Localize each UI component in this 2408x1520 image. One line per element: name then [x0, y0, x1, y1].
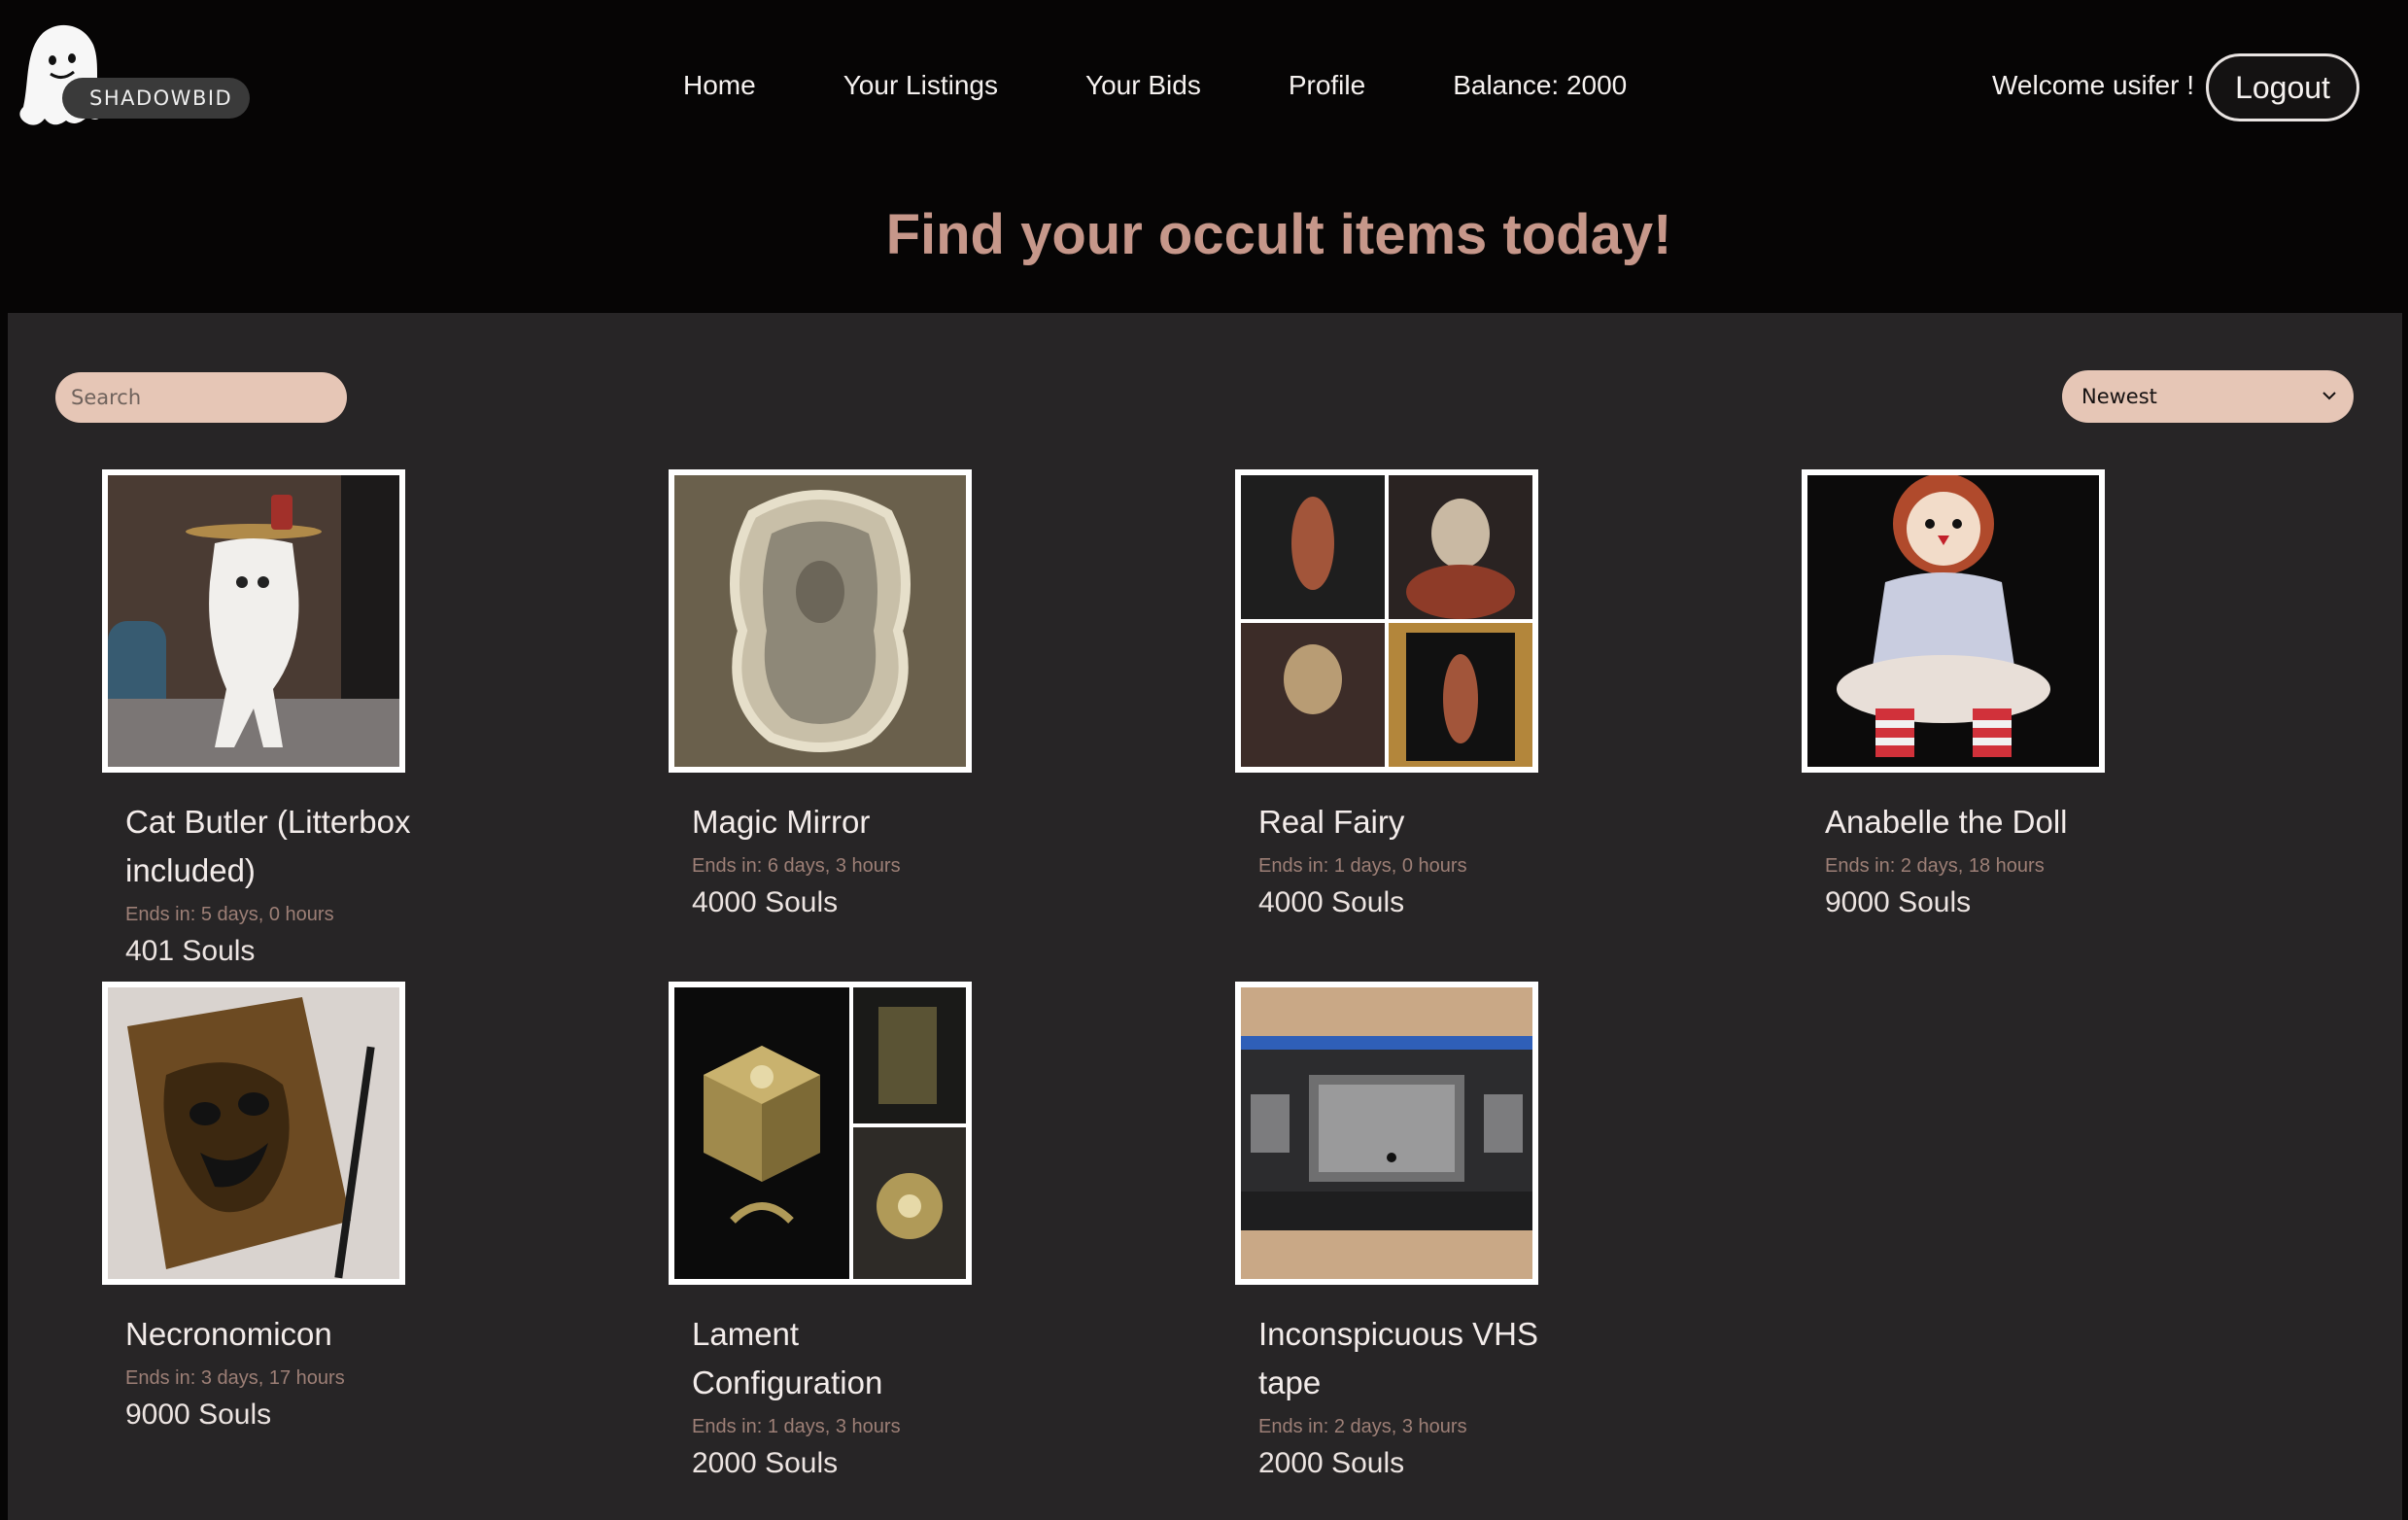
chevron-down-icon: [2322, 392, 2336, 400]
listing-price: 401 Souls: [125, 935, 256, 967]
listing-image[interactable]: [102, 982, 405, 1285]
listing-price: 4000 Souls: [692, 886, 839, 918]
listing-price: 9000 Souls: [1825, 886, 1972, 918]
listing-info: Lament Configuration Ends in: 1 days, 3 …: [692, 1310, 983, 1483]
site-header: SHADOWBID Home Your Listings Your Bids P…: [0, 0, 2408, 175]
listing-title[interactable]: Cat Butler (Litterbox included): [125, 798, 417, 895]
listings-panel: Newest Cat Butler (Litterbox included) E…: [8, 313, 2402, 1520]
listing-image[interactable]: [102, 469, 405, 773]
magic-mirror-image: [674, 475, 966, 767]
listing-ends: Ends in: 5 days, 0 hours: [125, 904, 334, 925]
nav-balance[interactable]: Balance: 2000: [1453, 70, 1627, 109]
sort-selected-label: Newest: [2081, 385, 2157, 408]
listing-ends: Ends in: 3 days, 17 hours: [125, 1367, 345, 1389]
cat-butler-image: [108, 475, 399, 767]
listing-ends: Ends in: 2 days, 3 hours: [1258, 1416, 1467, 1437]
listing-ends: Ends in: 1 days, 0 hours: [1258, 855, 1467, 877]
listing-image[interactable]: [1235, 469, 1538, 773]
vhs-tape-image: [1241, 987, 1532, 1279]
listing-price: 2000 Souls: [1258, 1447, 1405, 1479]
listing-ends: Ends in: 6 days, 3 hours: [692, 855, 901, 877]
listing-ends: Ends in: 1 days, 3 hours: [692, 1416, 901, 1437]
listing-title[interactable]: Real Fairy: [1258, 798, 1550, 846]
necronomicon-image: [108, 987, 399, 1279]
search-input[interactable]: [55, 372, 347, 423]
listing-info: Anabelle the Doll Ends in: 2 days, 18 ho…: [1825, 798, 2116, 922]
brand-name: SHADOWBID: [62, 78, 251, 119]
listing-image[interactable]: [1235, 982, 1538, 1285]
listing-title[interactable]: Anabelle the Doll: [1825, 798, 2116, 846]
listing-title[interactable]: Magic Mirror: [692, 798, 983, 846]
listing-title[interactable]: Necronomicon: [125, 1310, 417, 1359]
listing-info: Necronomicon Ends in: 3 days, 17 hours 9…: [125, 1310, 417, 1434]
welcome-text: Welcome usifer !: [1992, 70, 2194, 100]
nav-profile[interactable]: Profile: [1289, 70, 1365, 109]
listing-image[interactable]: [669, 982, 972, 1285]
listing-info: Real Fairy Ends in: 1 days, 0 hours 4000…: [1258, 798, 1550, 922]
page-title: Find your occult items today!: [885, 203, 1672, 266]
site-logo[interactable]: SHADOWBID: [16, 21, 251, 128]
listing-ends: Ends in: 2 days, 18 hours: [1825, 855, 2045, 877]
nav-your-listings[interactable]: Your Listings: [843, 70, 998, 109]
nav-home[interactable]: Home: [683, 70, 756, 109]
listing-info: Magic Mirror Ends in: 6 days, 3 hours 40…: [692, 798, 983, 922]
listing-price: 4000 Souls: [1258, 886, 1405, 918]
listing-image[interactable]: [1802, 469, 2105, 773]
listing-title[interactable]: Inconspicuous VHS tape: [1258, 1310, 1550, 1407]
doll-image: [1807, 475, 2099, 767]
main-nav: Home Your Listings Your Bids Profile Bal…: [683, 70, 1627, 109]
puzzle-box-image: [674, 987, 966, 1279]
listing-title[interactable]: Lament Configuration: [692, 1310, 983, 1407]
listing-price: 9000 Souls: [125, 1399, 272, 1431]
real-fairy-image: [1241, 475, 1532, 767]
listing-info: Inconspicuous VHS tape Ends in: 2 days, …: [1258, 1310, 1550, 1483]
listing-image[interactable]: [669, 469, 972, 773]
listing-price: 2000 Souls: [692, 1447, 839, 1479]
logout-button[interactable]: Logout: [2206, 53, 2359, 121]
sort-select[interactable]: Newest: [2062, 370, 2354, 423]
nav-your-bids[interactable]: Your Bids: [1085, 70, 1201, 109]
listing-info: Cat Butler (Litterbox included) Ends in:…: [125, 798, 417, 971]
